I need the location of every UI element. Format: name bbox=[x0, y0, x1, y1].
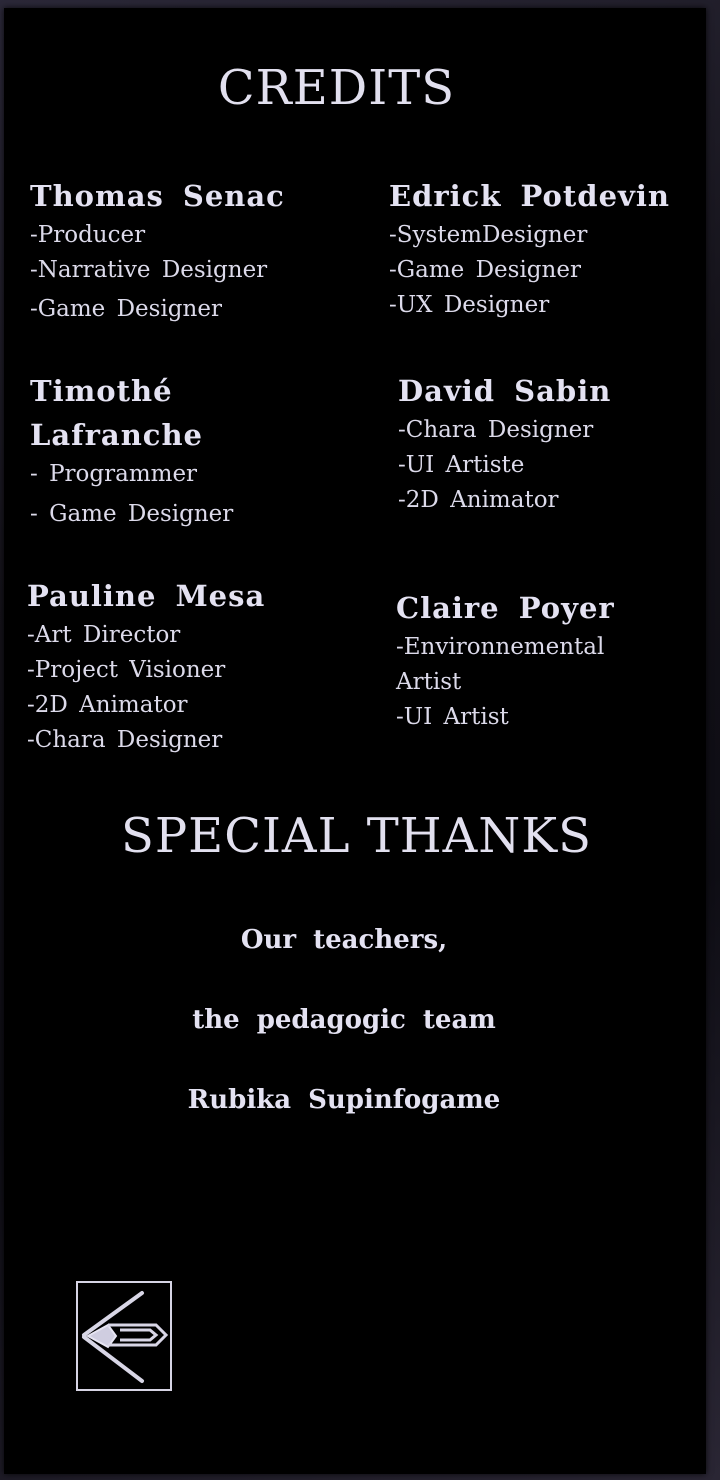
role: -2D Animator bbox=[398, 487, 559, 513]
credit-member-pauline-mesa: Pauline Mesa -Art Director -Project Visi… bbox=[27, 574, 347, 758]
role: -Art Director bbox=[27, 622, 181, 648]
credit-member-thomas-senac: Thomas Senac -Producer -Narrative Design… bbox=[30, 174, 350, 327]
back-button[interactable] bbox=[76, 1281, 172, 1391]
role: - Game Designer bbox=[30, 501, 234, 527]
role: -Producer bbox=[30, 222, 146, 248]
thanks-line: Rubika Supinfogame bbox=[187, 1085, 501, 1115]
member-name: Claire Poyer bbox=[396, 591, 615, 625]
role: -Chara Designer bbox=[398, 417, 594, 443]
member-name: David Sabin bbox=[398, 374, 612, 408]
role: -UI Artist bbox=[396, 704, 509, 730]
role: -Project Visioner bbox=[27, 657, 226, 683]
role: -Chara Designer bbox=[27, 727, 223, 753]
credits-title: CREDITS bbox=[217, 60, 456, 116]
credits-panel: CREDITS Thomas Senac -Producer -Narrativ… bbox=[4, 8, 706, 1474]
role: -SystemDesigner bbox=[389, 222, 588, 248]
role: - Programmer bbox=[30, 461, 198, 487]
credit-member-claire-poyer: Claire Poyer -Environnemental Artist -UI… bbox=[396, 586, 704, 735]
role-list: -Art Director -Project Visioner -2D Anim… bbox=[27, 618, 347, 758]
back-arrow-icon bbox=[82, 1291, 169, 1383]
special-thanks-title: SPECIAL THANKS bbox=[121, 808, 592, 864]
member-name: Thomas Senac bbox=[30, 179, 285, 213]
credit-member-david-sabin: David Sabin -Chara Designer -UI Artiste … bbox=[398, 369, 704, 518]
role: -Game Designer bbox=[30, 296, 222, 322]
thanks-line: Our teachers, bbox=[240, 925, 448, 955]
member-name: Pauline Mesa bbox=[27, 579, 266, 613]
role: -Environnemental Artist bbox=[396, 634, 605, 695]
role-list: - Programmer - Game Designer bbox=[30, 457, 350, 532]
role-list: -Producer -Narrative Designer -Game Desi… bbox=[30, 218, 350, 327]
role-list: -Environnemental Artist -UI Artist bbox=[396, 630, 704, 735]
role: -Game Designer bbox=[389, 257, 581, 283]
role: -2D Animator bbox=[27, 692, 188, 718]
role: -UI Artiste bbox=[398, 452, 525, 478]
thanks-line: the pedagogic team bbox=[192, 1005, 496, 1035]
role: -UX Designer bbox=[389, 292, 550, 318]
credit-member-edrick-potdevin: Edrick Potdevin -SystemDesigner -Game De… bbox=[389, 174, 704, 323]
role-list: -Chara Designer -UI Artiste -2D Animator bbox=[398, 413, 704, 518]
credit-member-timothe-lafranche: Timothé Lafranche - Programmer - Game De… bbox=[30, 369, 350, 532]
member-name: Timothé Lafranche bbox=[30, 374, 204, 452]
role: -Narrative Designer bbox=[30, 257, 268, 283]
member-name: Edrick Potdevin bbox=[389, 179, 670, 213]
role-list: -SystemDesigner -Game Designer -UX Desig… bbox=[389, 218, 704, 323]
